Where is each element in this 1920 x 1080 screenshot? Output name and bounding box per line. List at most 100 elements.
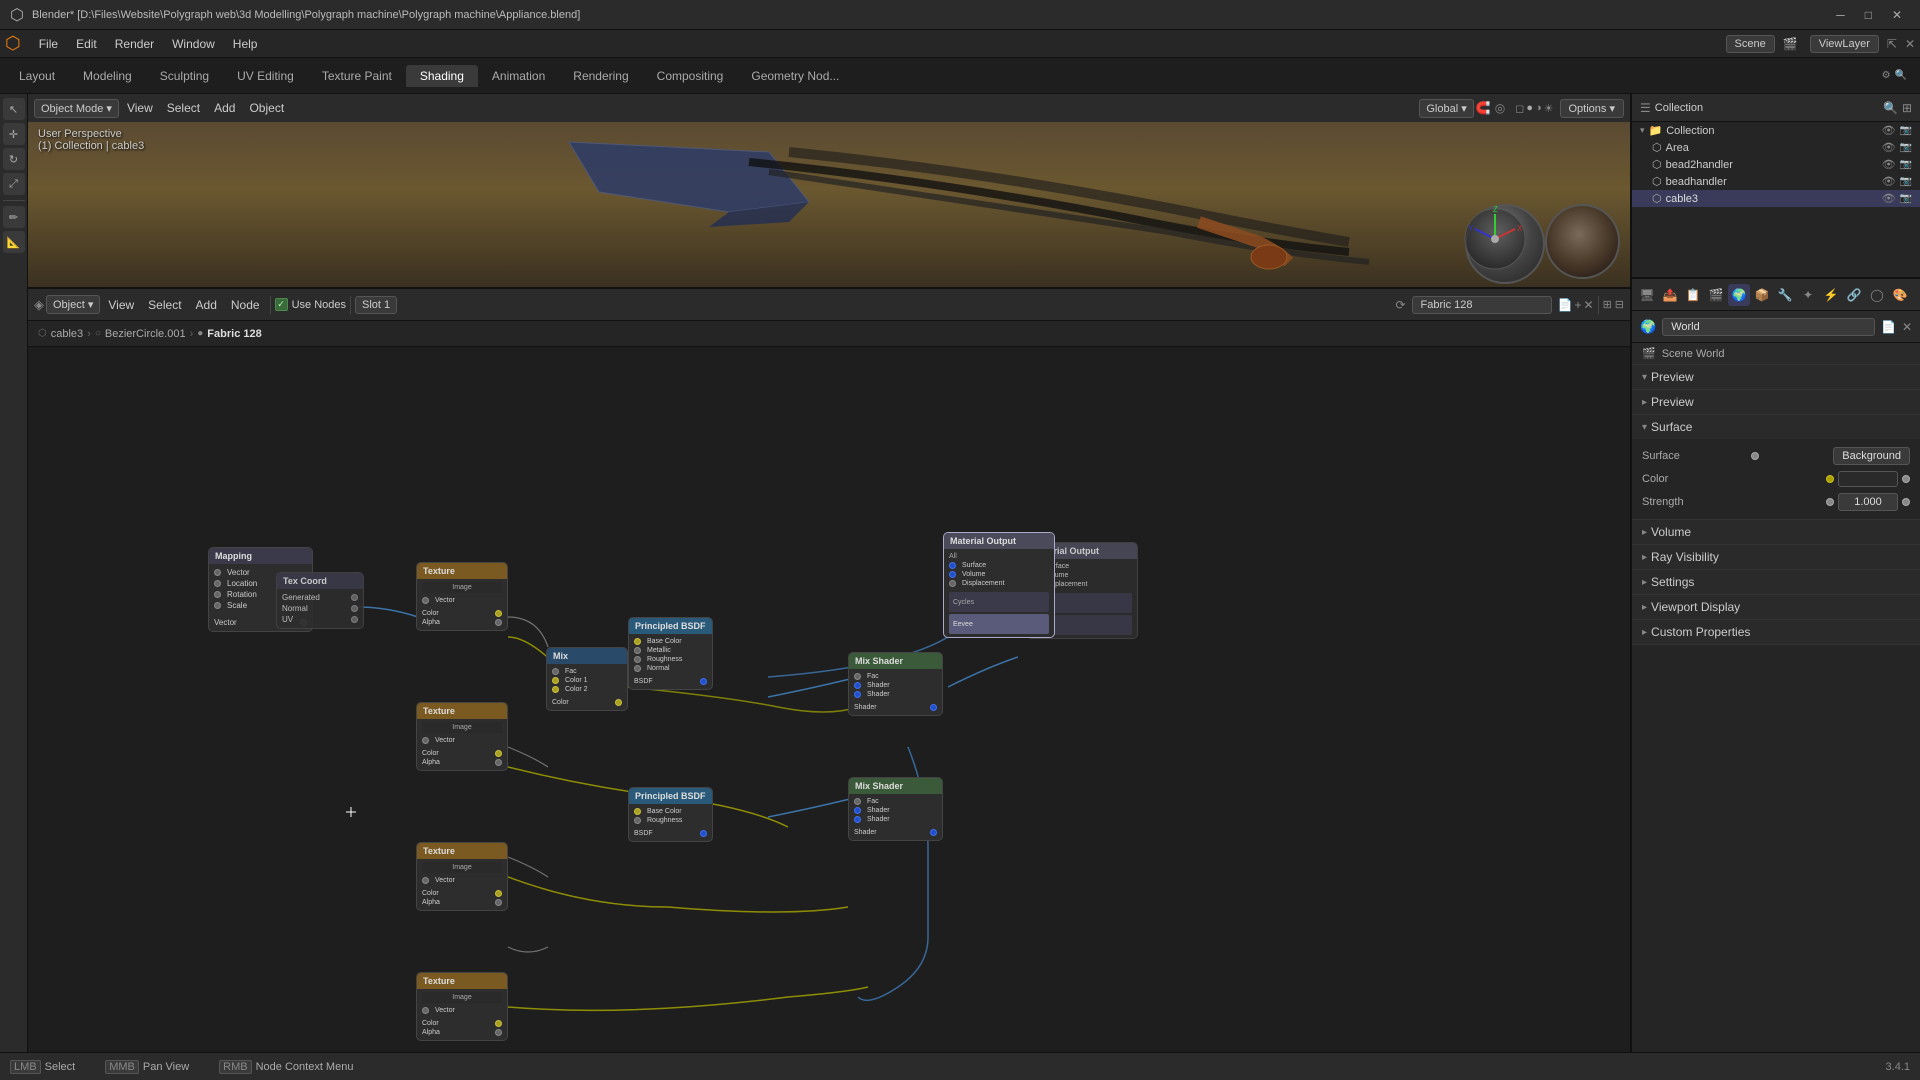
- mat-icon2[interactable]: +: [1574, 298, 1581, 312]
- mat-icon1[interactable]: 📄: [1558, 298, 1573, 312]
- surface-value[interactable]: Background: [1833, 447, 1910, 465]
- outliner-collection[interactable]: ▾ 📁 Collection 👁 📷: [1632, 122, 1920, 139]
- area-render-icon[interactable]: 📷: [1900, 142, 1912, 153]
- tab-sculpting[interactable]: Sculpting: [146, 65, 223, 87]
- ne-view-menu[interactable]: View: [102, 296, 140, 314]
- menu-render[interactable]: Render: [107, 35, 162, 53]
- mix-shader-1[interactable]: Mix Shader Fac Shader Shader Shader: [848, 652, 943, 716]
- bc-fabric[interactable]: Fabric 128: [207, 328, 261, 340]
- prop-icon-physics[interactable]: ⚡: [1820, 284, 1842, 306]
- menu-edit[interactable]: Edit: [68, 35, 105, 53]
- close-button[interactable]: ✕: [1884, 8, 1910, 22]
- texture-node-1[interactable]: Texture Image Vector Color Alpha: [416, 562, 508, 631]
- expand-icon[interactable]: ⇱: [1887, 37, 1897, 51]
- mat-shading-icon[interactable]: ◑: [1535, 102, 1542, 115]
- outliner-bead2handler[interactable]: ⬡ bead2handler 👁 📷: [1632, 156, 1920, 173]
- prop-icon-world[interactable]: 🌍: [1728, 284, 1750, 306]
- prop-icon-scene[interactable]: 🎬: [1705, 284, 1727, 306]
- bead2handler-render-icon[interactable]: 📷: [1900, 159, 1912, 170]
- bc-bezier[interactable]: BezierCircle.001: [105, 328, 186, 340]
- wire-shading-icon[interactable]: ◻: [1515, 102, 1524, 115]
- maximize-button[interactable]: □: [1857, 8, 1880, 22]
- tab-modeling[interactable]: Modeling: [69, 65, 146, 87]
- texture-node-3[interactable]: Texture Image Vector Color Alpha: [416, 842, 508, 911]
- minimize-button[interactable]: ─: [1828, 8, 1853, 22]
- prop-icon-particles[interactable]: ✦: [1797, 284, 1819, 306]
- node-canvas[interactable]: Mapping Vector Location Rotation Scale V…: [28, 347, 1630, 1052]
- area-vis-icon[interactable]: 👁: [1882, 141, 1896, 154]
- prop-icon-render[interactable]: 🖥: [1636, 284, 1658, 306]
- proportional-icon[interactable]: ◎: [1495, 101, 1505, 115]
- tool-select[interactable]: ↖: [3, 98, 25, 120]
- bsdf-node-2[interactable]: Principled BSDF Base Color Roughness BSD…: [628, 787, 713, 842]
- menu-window[interactable]: Window: [164, 35, 223, 53]
- viewport-display-header[interactable]: ▸ Viewport Display: [1632, 595, 1920, 619]
- tab-geometry-nodes[interactable]: Geometry Nod...: [737, 65, 853, 87]
- viewport-view-menu[interactable]: View: [121, 99, 159, 117]
- viewport-object-menu[interactable]: Object: [243, 99, 290, 117]
- ne-add-menu[interactable]: Add: [190, 296, 223, 314]
- mat-icon3[interactable]: ✕: [1584, 298, 1594, 312]
- outliner-filter-icon[interactable]: ⊞: [1902, 101, 1912, 115]
- cable3-render-icon[interactable]: 📷: [1900, 193, 1912, 204]
- viewport-content[interactable]: User Perspective (1) Collection | cable3: [28, 122, 1630, 289]
- view-layer-selector[interactable]: ViewLayer: [1810, 35, 1879, 53]
- custom-properties-header[interactable]: ▸ Custom Properties: [1632, 620, 1920, 644]
- use-nodes-toggle[interactable]: ✓ Use Nodes: [275, 298, 346, 311]
- tool-move[interactable]: ✛: [3, 123, 25, 145]
- color-swatch[interactable]: [1838, 471, 1898, 487]
- tab-compositing[interactable]: Compositing: [643, 65, 738, 87]
- world-close-icon[interactable]: ✕: [1902, 320, 1912, 334]
- prop-icon-constraints[interactable]: 🔗: [1843, 284, 1865, 306]
- bsdf-node-1[interactable]: Principled BSDF Base Color Metallic Roug…: [628, 617, 713, 690]
- tool-measure[interactable]: 📐: [3, 231, 25, 253]
- bc-cable3[interactable]: cable3: [51, 328, 83, 340]
- viewport-global-dropdown[interactable]: Global ▾: [1419, 99, 1473, 118]
- viewport-add-menu[interactable]: Add: [208, 99, 241, 117]
- outliner-cable3[interactable]: ⬡ cable3 👁 📷: [1632, 190, 1920, 207]
- tab-shading[interactable]: Shading: [406, 65, 478, 87]
- viewport-select-menu[interactable]: Select: [161, 99, 206, 117]
- ne-layout-icon2[interactable]: ⊟: [1615, 298, 1624, 311]
- ne-object-dropdown[interactable]: Object ▾: [46, 295, 100, 314]
- menu-help[interactable]: Help: [225, 35, 266, 53]
- texture-node-2[interactable]: Texture Image Vector Color Alpha: [416, 702, 508, 771]
- prop-icon-object[interactable]: 📦: [1751, 284, 1773, 306]
- outliner-search-icon[interactable]: 🔍: [1883, 101, 1898, 115]
- material-output-1[interactable]: Material Output All Surface Volume Displ…: [943, 532, 1055, 638]
- tool-rotate[interactable]: ↻: [3, 148, 25, 170]
- mix-node-1[interactable]: Mix Fac Color 1 Color 2 Color: [546, 647, 628, 711]
- world-label-input[interactable]: World: [1662, 318, 1875, 336]
- menu-file[interactable]: File: [31, 35, 66, 53]
- solid-shading-icon[interactable]: ●: [1526, 102, 1533, 115]
- close-panel-icon[interactable]: ✕: [1905, 37, 1915, 51]
- viewport-mode-dropdown[interactable]: Object Mode ▾: [34, 99, 119, 118]
- bead2handler-vis-icon[interactable]: 👁: [1882, 158, 1896, 171]
- preview-header[interactable]: ▸ Preview: [1632, 390, 1920, 414]
- ne-node-menu[interactable]: Node: [225, 296, 266, 314]
- world-section-header[interactable]: ▾ Preview: [1632, 365, 1920, 389]
- material-name-input[interactable]: [1412, 296, 1552, 314]
- tab-texture-paint[interactable]: Texture Paint: [308, 65, 406, 87]
- options-button[interactable]: Options ▾: [1560, 99, 1625, 118]
- node-editor[interactable]: ◈ Object ▾ View Select Add Node ✓ Use No…: [28, 289, 1630, 1052]
- visibility-icon[interactable]: 👁: [1882, 124, 1896, 137]
- world-new-icon[interactable]: 📄: [1881, 320, 1896, 334]
- tool-scale[interactable]: ⤢: [3, 173, 25, 195]
- surface-section-header[interactable]: ▾ Surface: [1632, 415, 1920, 439]
- strength-value[interactable]: 1.000: [1838, 493, 1898, 511]
- ne-select-menu[interactable]: Select: [142, 296, 187, 314]
- prop-icon-data[interactable]: ◯: [1866, 284, 1888, 306]
- render-shading-icon[interactable]: ☀: [1544, 102, 1554, 115]
- scene-selector[interactable]: Scene: [1726, 35, 1775, 53]
- slot-selector[interactable]: Slot 1: [355, 296, 397, 314]
- axis-indicator[interactable]: X Y Z: [1460, 204, 1530, 274]
- texcoord-node[interactable]: Tex Coord Generated Normal UV: [276, 572, 364, 629]
- prop-icon-viewlayer[interactable]: 📋: [1682, 284, 1704, 306]
- cable3-vis-icon[interactable]: 👁: [1882, 192, 1896, 205]
- tab-animation[interactable]: Animation: [478, 65, 559, 87]
- texture-node-4[interactable]: Texture Image Vector Color Alpha: [416, 972, 508, 1041]
- settings-header[interactable]: ▸ Settings: [1632, 570, 1920, 594]
- prop-icon-modifier[interactable]: 🔧: [1774, 284, 1796, 306]
- prop-icon-output[interactable]: 📤: [1659, 284, 1681, 306]
